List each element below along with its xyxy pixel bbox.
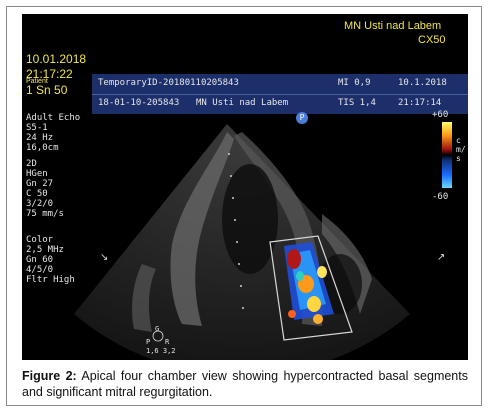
marker-g: G bbox=[155, 325, 160, 333]
device-label: CX50 bbox=[418, 34, 446, 46]
gain-2d: Gn 27 bbox=[26, 179, 54, 189]
arrow-marker-left: ↘ bbox=[100, 252, 108, 263]
sn-label: 1 Sn 50 bbox=[26, 83, 68, 97]
depth: 16,0cm bbox=[26, 143, 59, 153]
fps: 24 Hz bbox=[26, 133, 54, 143]
compression: C 50 bbox=[26, 189, 48, 199]
figure-caption: Figure 2: Apical four chamber view showi… bbox=[22, 368, 468, 400]
caption-text: Apical four chamber view showing hyperco… bbox=[22, 369, 468, 399]
scale-unit: cm/s bbox=[456, 136, 466, 163]
caption-label: Figure 2: bbox=[22, 369, 77, 383]
mi-value: MI 0,9 bbox=[338, 78, 371, 88]
echo-sector: ↗ ↘ bbox=[74, 122, 452, 360]
scale-top: +60 bbox=[432, 110, 449, 120]
time-short: 21:17:14 bbox=[398, 98, 442, 108]
arrow-marker-right: ↗ bbox=[437, 252, 445, 263]
tis-value: TIS 1,4 bbox=[338, 98, 376, 108]
exam-id: 18-01-10-205843 bbox=[98, 98, 180, 108]
preset: Adult Echo bbox=[26, 113, 81, 123]
header-divider bbox=[92, 94, 468, 95]
color-frequency: 2,5 MHz bbox=[26, 245, 64, 255]
color-gain: Gn 60 bbox=[26, 255, 54, 265]
marker-values: 1,6 3,2 bbox=[146, 347, 176, 355]
values-2d: 3/2/0 bbox=[26, 199, 54, 209]
probe-marker-icon: P bbox=[296, 112, 308, 124]
echo-image: ↗ ↘ MN Usti nad Labem CX50 10.01.2018 21… bbox=[22, 14, 468, 360]
filter: Fltr High bbox=[26, 275, 75, 285]
marker-r: R bbox=[165, 338, 170, 346]
sweep-speed: 75 mm/s bbox=[26, 209, 64, 219]
hgen: HGen bbox=[26, 169, 48, 179]
marker-p: P bbox=[146, 338, 151, 346]
site-label: MN Usti nad Labem bbox=[196, 98, 289, 108]
color-scale-bar bbox=[442, 122, 452, 188]
site-top-right: MN Usti nad Labem bbox=[344, 20, 442, 32]
scale-bottom: -60 bbox=[432, 192, 449, 202]
date-short: 10.1.2018 bbox=[398, 78, 447, 88]
lv-cavity bbox=[222, 164, 278, 274]
temporary-id: TemporaryID-20180110205843 bbox=[98, 78, 239, 88]
probe: S5-1 bbox=[26, 123, 48, 133]
values-color: 4/5/0 bbox=[26, 265, 54, 275]
color-label: Color bbox=[26, 235, 54, 245]
mode-2d: 2D bbox=[26, 159, 37, 169]
date-label: 10.01.2018 bbox=[26, 52, 87, 66]
